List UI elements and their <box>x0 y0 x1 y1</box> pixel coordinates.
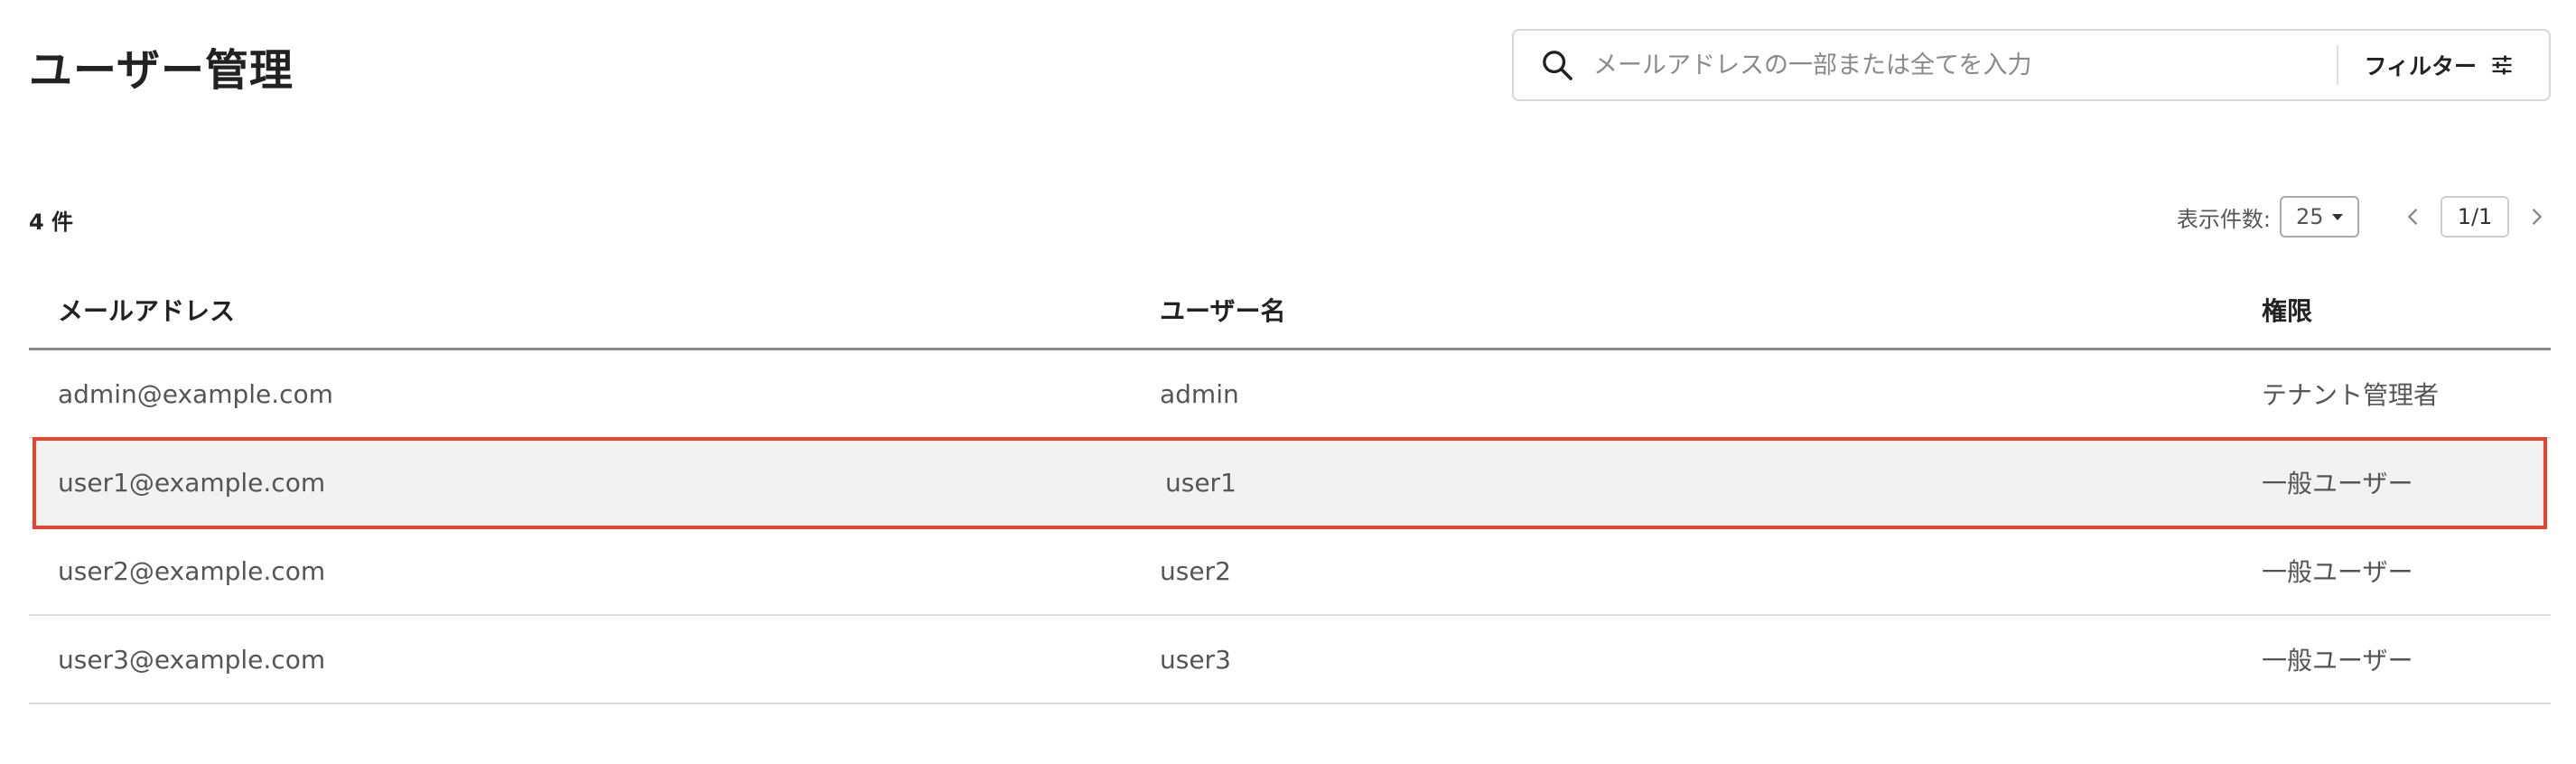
cell-name: user2 <box>1160 555 1231 586</box>
pagination: 表示件数: 25 1/1 <box>2177 195 2549 238</box>
search-icon <box>1543 51 1573 80</box>
cell-email: admin@example.com <box>58 378 333 409</box>
chevron-right-icon[interactable] <box>2524 204 2549 229</box>
cell-email: user3@example.com <box>58 644 326 675</box>
page-title: ユーザー管理 <box>29 45 294 96</box>
per-page-label: 表示件数: <box>2176 206 2271 232</box>
cell-role: 一般ユーザー <box>2262 646 2413 675</box>
user-management-page: ユーザー管理 フィルター 4 件 表示件数: 25 <box>0 0 2576 764</box>
filter-button-label: フィルター <box>2364 53 2477 79</box>
page-indicator: 1/1 <box>2441 196 2509 238</box>
table-row[interactable]: user3@example.com user3 一般ユーザー <box>29 616 2551 704</box>
search-divider <box>2337 45 2339 85</box>
filter-button[interactable]: フィルター <box>2364 49 2515 81</box>
cell-email: user1@example.com <box>58 467 326 498</box>
cell-name: user1 <box>1165 467 1237 498</box>
table-row[interactable]: user2@example.com user2 一般ユーザー <box>29 527 2551 616</box>
caret-down-icon <box>2332 213 2343 220</box>
per-page-select[interactable]: 25 <box>2280 196 2359 238</box>
cell-name: user3 <box>1160 644 1231 675</box>
table-row-selected[interactable]: user1@example.com user1 一般ユーザー <box>33 437 2547 529</box>
chevron-left-icon[interactable] <box>2401 204 2426 229</box>
user-table: メールアドレス ユーザー名 権限 admin@example.com admin… <box>29 271 2551 704</box>
column-header-role[interactable]: 権限 <box>2233 292 2551 328</box>
per-page-value: 25 <box>2296 204 2324 229</box>
column-header-email[interactable]: メールアドレス <box>29 292 1131 328</box>
cell-role: テナント管理者 <box>2262 380 2440 410</box>
result-count: 4 件 <box>29 210 74 235</box>
cell-role: 一般ユーザー <box>2262 469 2413 498</box>
sliders-icon <box>2492 55 2512 75</box>
cell-name: admin <box>1160 378 1239 409</box>
table-header: メールアドレス ユーザー名 権限 <box>29 271 2551 350</box>
table-row[interactable]: admin@example.com admin テナント管理者 <box>29 350 2551 439</box>
search-bar: フィルター <box>1512 29 2551 101</box>
cell-role: 一般ユーザー <box>2262 557 2413 587</box>
cell-email: user2@example.com <box>58 555 326 586</box>
column-header-name[interactable]: ユーザー名 <box>1131 292 2233 328</box>
search-input[interactable] <box>1593 38 2329 92</box>
